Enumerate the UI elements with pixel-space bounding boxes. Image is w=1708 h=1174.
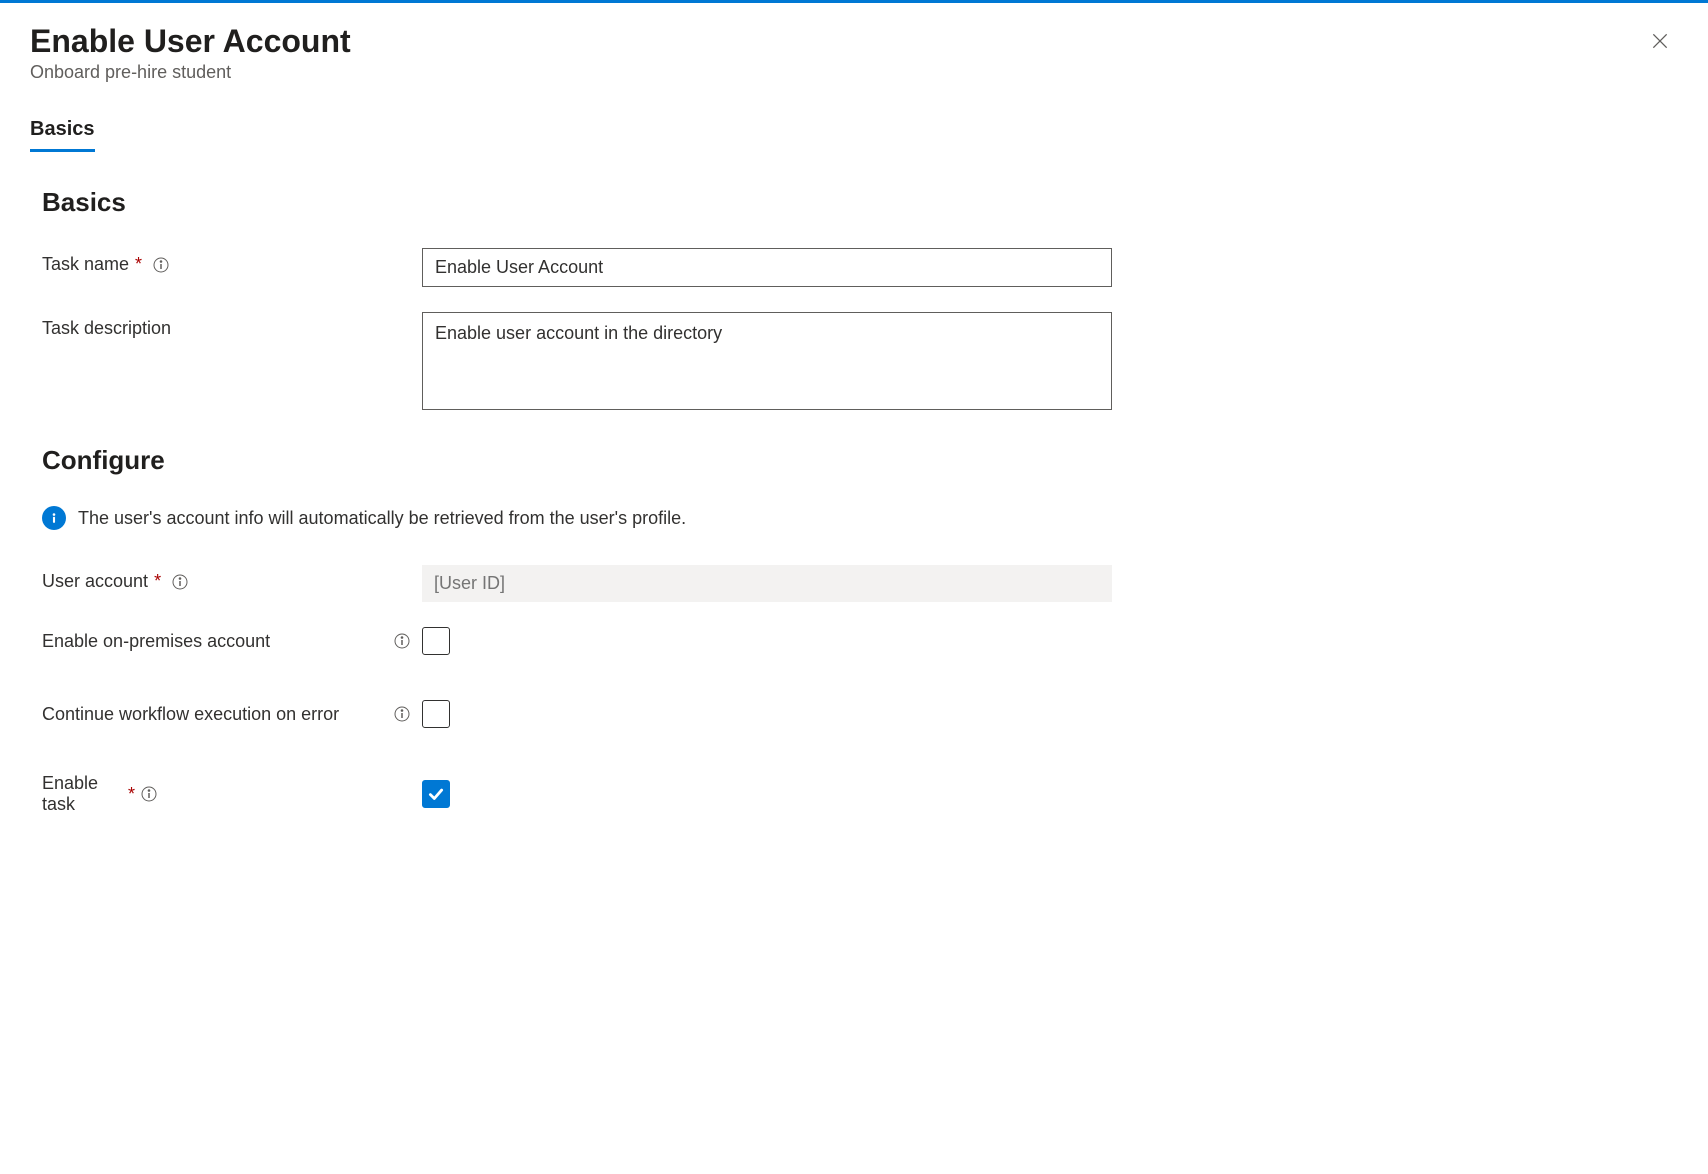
section-configure-heading: Configure [42,445,1678,476]
close-icon [1650,31,1670,51]
checkmark-icon [427,785,445,803]
task-name-info-icon[interactable] [152,256,170,274]
task-description-input[interactable] [422,312,1112,410]
enable-task-info-icon[interactable] [141,785,157,803]
enable-task-checkbox[interactable] [422,780,450,808]
close-button[interactable] [1642,23,1678,59]
configure-info-message: The user's account info will automatical… [42,506,1678,530]
task-description-label: Task description [42,312,422,339]
task-name-input[interactable] [422,248,1112,287]
page-title: Enable User Account [30,23,351,60]
section-configure: Configure The user's account info will a… [30,445,1678,815]
required-marker: * [135,254,142,275]
required-marker: * [128,784,135,805]
continue-on-error-label: Continue workflow execution on error [42,704,387,725]
tab-basics[interactable]: Basics [30,118,95,152]
panel-header: Enable User Account Onboard pre-hire stu… [30,23,1678,83]
enable-task-label: Enable task * [42,773,157,815]
continue-on-error-info-icon[interactable] [393,705,411,723]
required-marker: * [154,571,161,592]
user-account-info-icon[interactable] [171,573,189,591]
user-account-label: User account * [42,565,422,592]
info-badge-icon [42,506,66,530]
enable-onprem-label: Enable on-premises account [42,631,387,652]
section-basics: Basics Task name * Task description [30,187,1678,410]
section-basics-heading: Basics [42,187,1678,218]
page-subtitle: Onboard pre-hire student [30,62,351,83]
task-name-label: Task name * [42,248,422,275]
tabs-container: Basics [30,118,1678,152]
enable-onprem-info-icon[interactable] [393,632,411,650]
continue-on-error-checkbox[interactable] [422,700,450,728]
user-account-input [422,565,1112,602]
enable-onprem-checkbox[interactable] [422,627,450,655]
